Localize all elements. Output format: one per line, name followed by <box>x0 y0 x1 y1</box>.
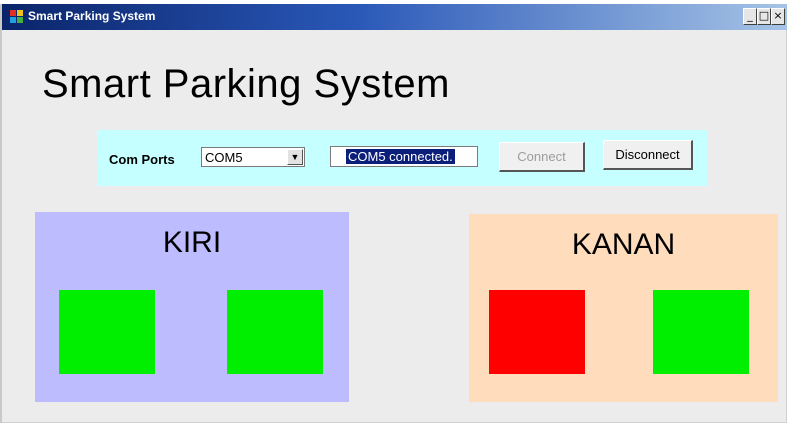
parking-slot-kiri-1 <box>59 290 155 374</box>
app-icon[interactable] <box>10 10 24 24</box>
parking-slot-kanan-2 <box>653 290 749 374</box>
zone-kiri: KIRI <box>35 212 349 402</box>
connection-status-text: COM5 connected. <box>346 149 455 164</box>
close-button[interactable]: × <box>771 8 785 25</box>
zone-kiri-title: KIRI <box>162 226 222 259</box>
title-bar[interactable]: Smart Parking System _ □ × <box>2 4 787 30</box>
connection-status-field[interactable]: COM5 connected. <box>330 146 478 167</box>
com-port-panel: Com Ports COM5 ▼ COM5 connected. Connect… <box>97 130 707 186</box>
window-title: Smart Parking System <box>28 9 156 23</box>
page-title: Smart Parking System <box>42 62 450 106</box>
com-ports-label: Com Ports <box>109 152 175 167</box>
zone-kanan-title: KANAN <box>571 228 676 261</box>
com-port-select[interactable]: COM5 ▼ <box>201 147 305 167</box>
disconnect-button[interactable]: Disconnect <box>603 140 693 170</box>
maximize-button[interactable]: □ <box>757 8 771 25</box>
parking-slot-kanan-1 <box>489 290 585 374</box>
window-controls: _ □ × <box>743 8 785 25</box>
zone-kanan: KANAN <box>469 214 778 402</box>
app-window: Smart Parking System _ □ × Smart Parking… <box>0 4 787 423</box>
connect-button[interactable]: Connect <box>499 142 585 172</box>
minimize-button[interactable]: _ <box>743 8 757 25</box>
parking-slot-kiri-2 <box>227 290 323 374</box>
chevron-down-icon[interactable]: ▼ <box>287 149 303 165</box>
com-port-value: COM5 <box>205 150 243 165</box>
